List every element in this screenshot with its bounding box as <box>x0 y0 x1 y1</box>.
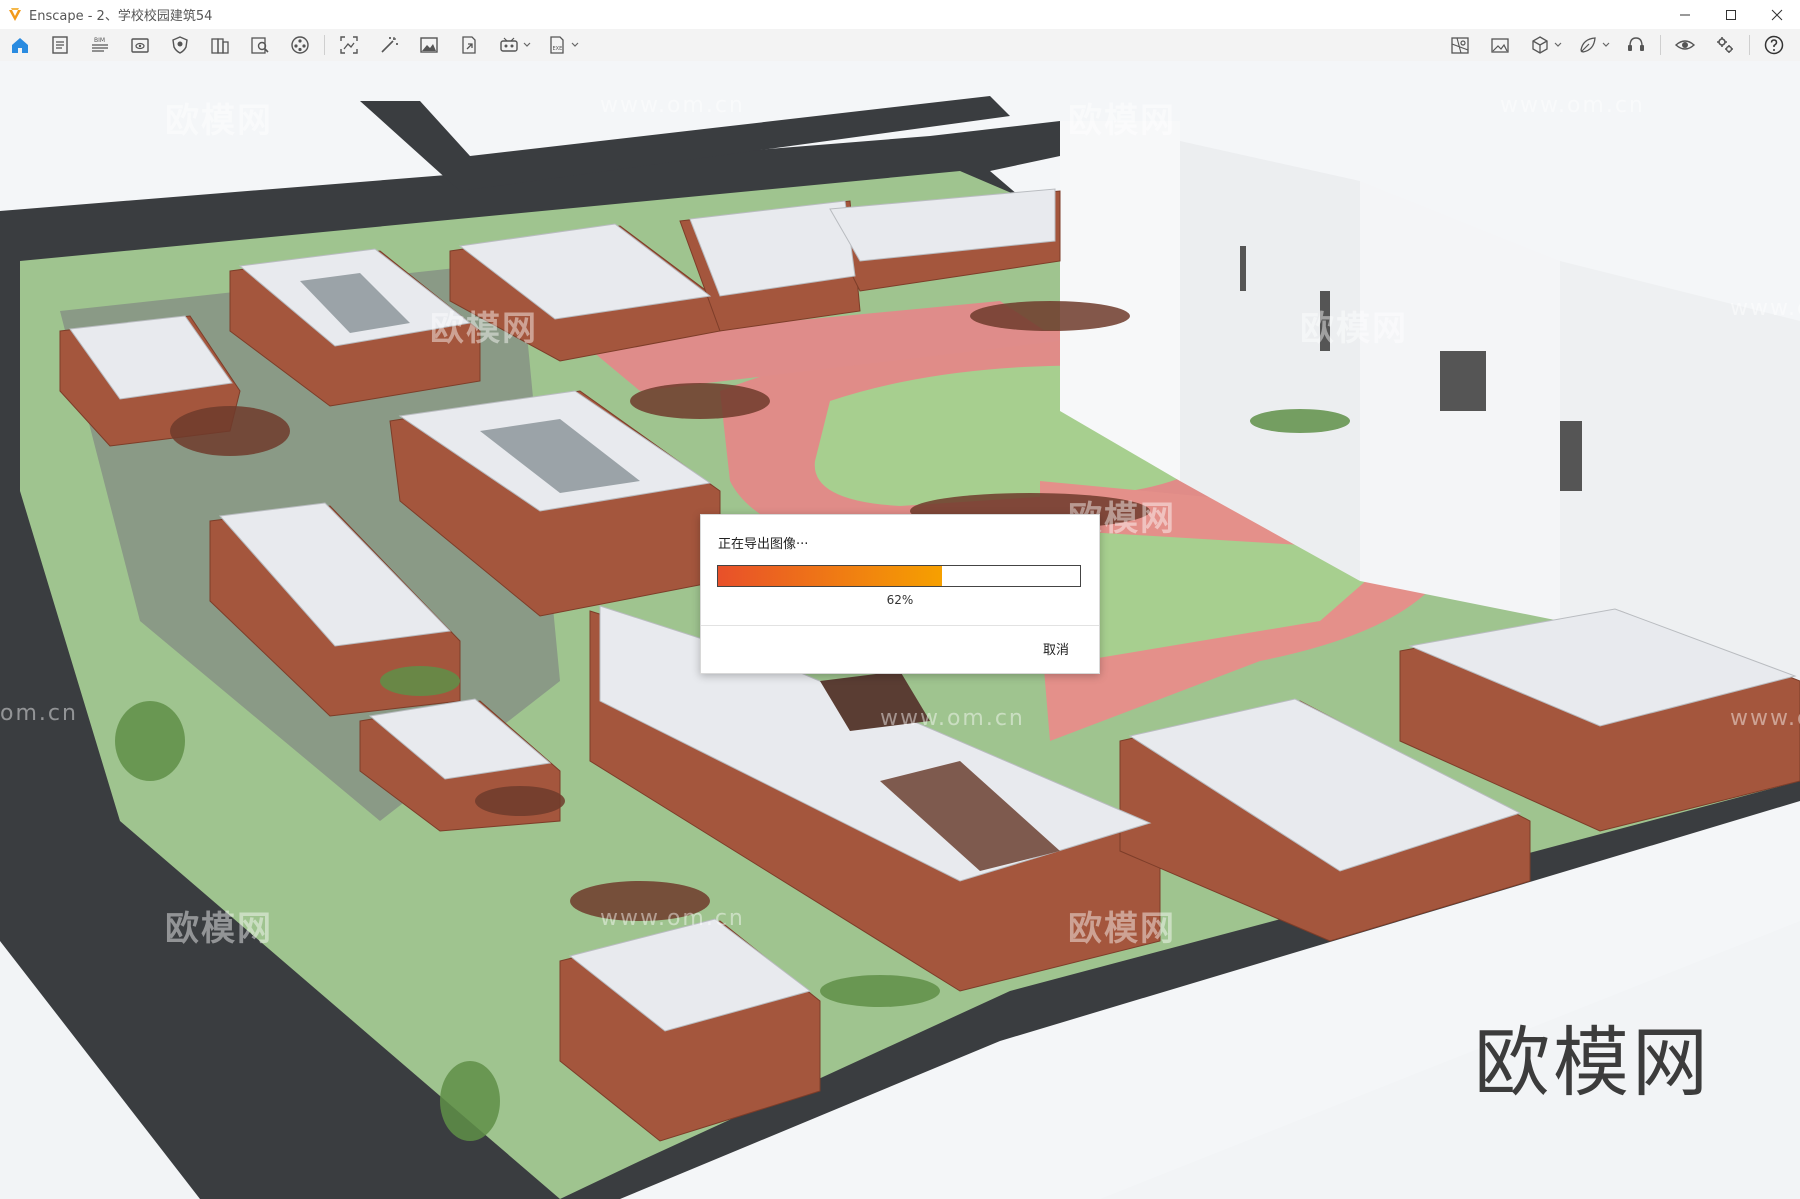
watermark-text: 欧模网 <box>1068 909 1176 949</box>
chevron-down-icon[interactable] <box>1554 41 1562 49</box>
enscape-logo-icon <box>9 7 21 21</box>
toolbar-separator <box>1660 35 1661 55</box>
bim-icon: BIM <box>92 37 108 52</box>
view-icon <box>131 38 149 53</box>
watermark-text: 欧模网 <box>1300 309 1408 349</box>
headset-button[interactable] <box>1624 33 1648 57</box>
bim-button[interactable]: BIM <box>88 33 112 57</box>
watermark-text: 欧模网 <box>430 309 538 349</box>
maximize-icon <box>1726 9 1736 20</box>
chevron-down-icon[interactable] <box>523 41 531 49</box>
close-button[interactable] <box>1754 0 1800 29</box>
home-icon <box>12 38 28 53</box>
cube-icon <box>1532 36 1548 54</box>
toolbar-separator <box>324 35 325 55</box>
export-progress-dialog: 正在导出图像··· 62% 取消 <box>700 514 1100 674</box>
svg-text:BIM: BIM <box>94 37 105 44</box>
watermark-text: 欧模网 <box>1068 101 1176 141</box>
export-progress-bar <box>717 565 1081 587</box>
title-bar: Enscape - 2、学校校园建筑54 <box>0 0 1800 29</box>
watermark-text: 欧模网 <box>165 909 273 949</box>
notes-button[interactable] <box>48 33 72 57</box>
watermark-url: www.om.cn <box>1730 706 1800 731</box>
cube-button[interactable] <box>1528 33 1552 57</box>
dialog-divider <box>701 625 1099 626</box>
settings-icon <box>1717 37 1733 53</box>
watermark-url: www.om.cn <box>1500 93 1645 118</box>
watermark-url: www.om.cn <box>1730 296 1800 321</box>
map-icon <box>1451 37 1469 54</box>
progress-fill <box>718 566 943 586</box>
screenshot-button[interactable] <box>337 33 361 57</box>
minimize-button[interactable] <box>1662 0 1708 29</box>
material-icon <box>1580 37 1596 53</box>
eye-icon <box>1674 40 1696 50</box>
chevron-down-icon[interactable] <box>1602 41 1610 49</box>
svg-text:EXE: EXE <box>553 46 563 52</box>
gallery-icon <box>1491 38 1509 53</box>
watermark-url: om.cn <box>0 701 78 726</box>
asset-search-button[interactable] <box>248 33 272 57</box>
window-title: Enscape - 2、学校校园建筑54 <box>29 9 213 24</box>
cancel-button[interactable]: 取消 <box>1043 639 1069 658</box>
main-toolbar: BIM EXE <box>0 29 1800 61</box>
export-button[interactable] <box>457 33 481 57</box>
help-icon <box>1764 35 1784 55</box>
shield-button[interactable] <box>168 33 192 57</box>
reel-button[interactable] <box>288 33 312 57</box>
watermark-url: www.om.cn <box>880 706 1025 731</box>
dialog-title: 正在导出图像··· <box>718 537 809 552</box>
view-button[interactable] <box>128 33 152 57</box>
image-button[interactable] <box>417 33 441 57</box>
image-icon <box>420 37 438 53</box>
magic-wand-button[interactable] <box>377 33 401 57</box>
minimize-icon <box>1680 14 1690 15</box>
export-icon <box>462 36 476 54</box>
shield-icon <box>172 36 188 54</box>
watermark-text: 欧模网 <box>165 101 273 141</box>
batch-export-button[interactable]: EXE <box>545 33 569 57</box>
library-button[interactable] <box>208 33 232 57</box>
chevron-down-icon[interactable] <box>571 41 579 49</box>
screenshot-icon <box>340 36 358 54</box>
notes-icon <box>52 36 68 54</box>
progress-percent: 62% <box>886 593 914 607</box>
vr-icon <box>500 37 518 52</box>
map-button[interactable] <box>1448 33 1472 57</box>
headset-icon <box>1628 37 1644 51</box>
batch-export-icon: EXE <box>550 36 564 54</box>
reel-icon <box>291 36 309 54</box>
library-icon <box>211 38 229 54</box>
magic-wand-icon <box>381 37 398 53</box>
close-icon <box>1771 9 1783 20</box>
gallery-button[interactable] <box>1488 33 1512 57</box>
help-button[interactable] <box>1762 33 1786 57</box>
material-button[interactable] <box>1576 33 1600 57</box>
vr-button[interactable] <box>497 33 521 57</box>
brand-watermark: 欧模网 <box>1474 1018 1711 1107</box>
watermark-url: www.om.cn <box>600 906 745 931</box>
eye-button[interactable] <box>1673 33 1697 57</box>
watermark-url: www.om.cn <box>600 93 745 118</box>
settings-button[interactable] <box>1713 33 1737 57</box>
home-button[interactable] <box>8 33 32 57</box>
asset-search-icon <box>251 37 269 54</box>
maximize-button[interactable] <box>1708 0 1754 29</box>
toolbar-separator <box>1749 35 1750 55</box>
